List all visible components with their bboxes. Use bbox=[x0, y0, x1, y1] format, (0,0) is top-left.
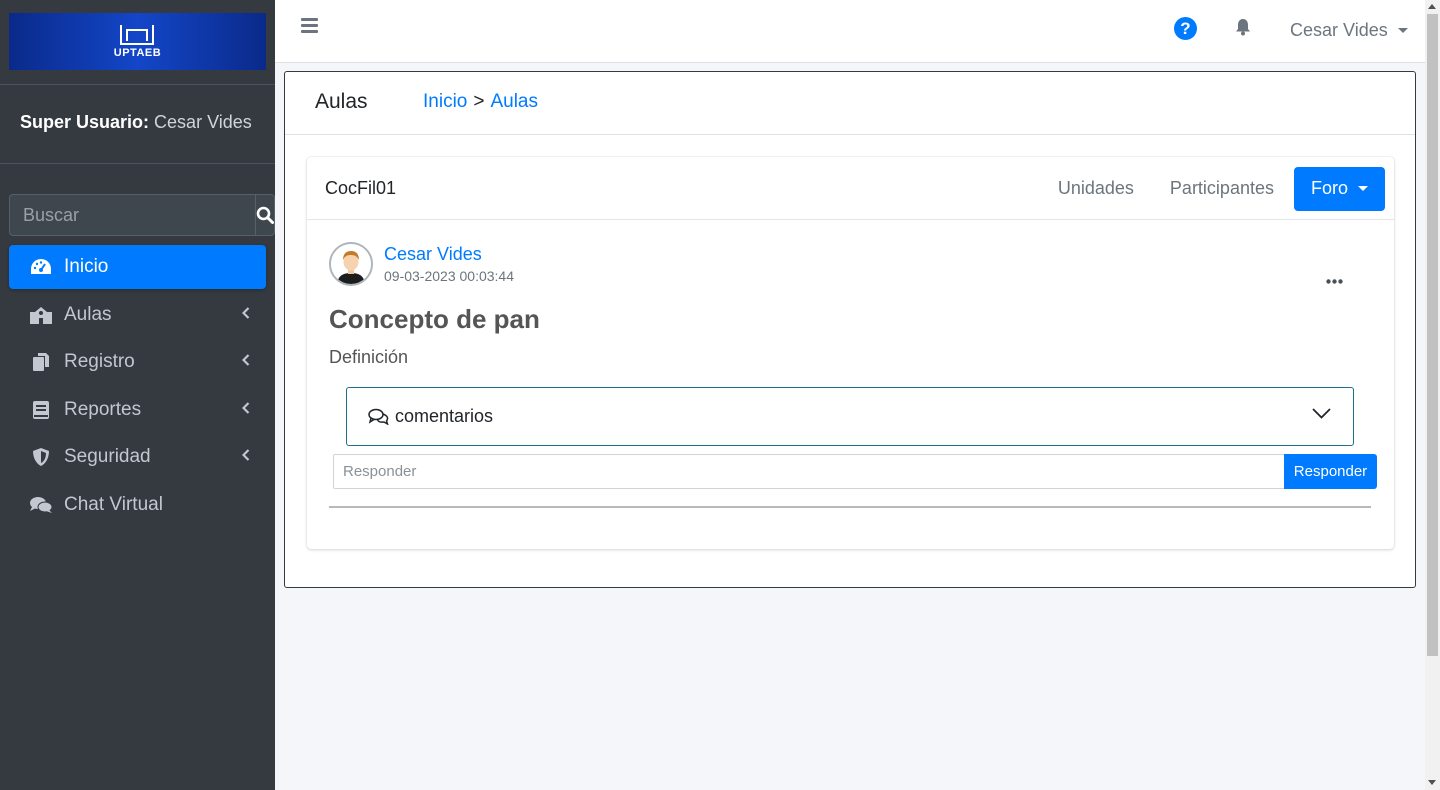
course-card-header: CocFil01 Unidades Participantes Foro bbox=[307, 157, 1394, 220]
bell-icon[interactable] bbox=[1235, 18, 1251, 41]
post-datetime: 09-03-2023 00:03:44 bbox=[384, 268, 514, 284]
content-header: Aulas Inicio > Aulas bbox=[285, 72, 1415, 135]
comments-accordion[interactable]: comentarios bbox=[346, 387, 1354, 446]
vertical-scrollbar[interactable] bbox=[1425, 0, 1440, 790]
sidebar-item-label: Seguridad bbox=[64, 446, 151, 467]
content-panel: Aulas Inicio > Aulas CocFil01 Unidades Par… bbox=[284, 71, 1416, 588]
course-tabs: Unidades Participantes Foro bbox=[1040, 166, 1385, 211]
course-code: CocFil01 bbox=[325, 178, 397, 198]
sidebar-item-registro[interactable]: Registro bbox=[9, 340, 266, 384]
copy-icon bbox=[29, 351, 53, 373]
sidebar-item-label: Inicio bbox=[64, 256, 109, 277]
sidebar-item-label: Reportes bbox=[64, 398, 142, 420]
book-icon bbox=[29, 399, 53, 421]
user-dropdown[interactable]: Cesar Vides bbox=[1290, 20, 1408, 41]
help-icon[interactable]: ? bbox=[1174, 17, 1197, 40]
user-name[interactable]: Cesar Vides bbox=[154, 112, 252, 132]
chevron-left-icon bbox=[242, 401, 250, 414]
shield-icon bbox=[29, 446, 53, 468]
tab-participantes[interactable]: Participantes bbox=[1152, 166, 1292, 211]
breadcrumb-current-link[interactable]: Aulas bbox=[490, 91, 538, 112]
sidebar-divider bbox=[0, 84, 275, 85]
sidebar-item-chat-virtual[interactable]: Chat Virtual bbox=[9, 483, 266, 527]
sidebar-item-label: Aulas bbox=[64, 303, 112, 325]
sidebar: UPTAEB Super Usuario: Cesar Vides Inicio bbox=[0, 0, 275, 790]
breadcrumb-separator: > bbox=[473, 91, 485, 112]
comments-icon bbox=[29, 494, 53, 516]
post-title: Concepto de pan bbox=[329, 304, 540, 334]
tab-foro-label: Foro bbox=[1310, 178, 1348, 198]
tab-foro-dropdown[interactable]: Foro bbox=[1293, 166, 1385, 211]
chevron-left-icon bbox=[242, 449, 250, 461]
sidebar-divider bbox=[0, 163, 275, 164]
school-icon bbox=[29, 304, 53, 326]
brand-logo-link[interactable]: UPTAEB bbox=[9, 13, 266, 70]
scroll-up-arrow-icon[interactable] bbox=[1428, 4, 1436, 9]
logo-text: UPTAEB bbox=[113, 46, 162, 59]
course-card: CocFil01 Unidades Participantes Foro Ces… bbox=[307, 157, 1394, 549]
sidebar-item-inicio[interactable]: Inicio bbox=[9, 245, 266, 289]
caret-down-icon bbox=[1397, 28, 1408, 33]
sidebar-item-label: Chat Virtual bbox=[64, 493, 163, 515]
breadcrumb-home-link[interactable]: Inicio bbox=[423, 91, 467, 112]
chevron-left-icon bbox=[242, 306, 250, 319]
post-body: Definición bbox=[329, 347, 409, 367]
post-divider bbox=[329, 506, 1371, 508]
search-input[interactable] bbox=[9, 194, 255, 236]
page-title: Aulas bbox=[315, 90, 368, 113]
search-icon bbox=[256, 206, 274, 224]
search-button[interactable] bbox=[255, 194, 275, 236]
comments-icon bbox=[368, 408, 389, 425]
tab-unidades[interactable]: Unidades bbox=[1040, 166, 1152, 211]
caret-down-icon bbox=[1358, 186, 1368, 191]
comments-label: comentarios bbox=[395, 406, 494, 426]
sidebar-item-label: Registro bbox=[64, 351, 135, 372]
user-panel: Super Usuario: Cesar Vides bbox=[20, 112, 252, 133]
post-author[interactable]: Cesar Vides bbox=[384, 244, 482, 265]
user-role: Super Usuario: bbox=[20, 112, 150, 132]
sidebar-item-seguridad[interactable]: Seguridad bbox=[9, 435, 266, 479]
uptaeb-logo: UPTAEB bbox=[113, 24, 162, 59]
scrollbar-thumb[interactable] bbox=[1427, 14, 1438, 656]
sidebar-nav: Inicio Aulas Registro Reportes Seguridad… bbox=[9, 245, 266, 530]
more-options-icon[interactable] bbox=[1326, 271, 1343, 289]
sidebar-item-aulas[interactable]: Aulas bbox=[9, 293, 266, 337]
logo-mark bbox=[120, 24, 155, 45]
hamburger-menu-icon[interactable] bbox=[301, 18, 318, 34]
avatar bbox=[329, 242, 373, 286]
user-dropdown-label: Cesar Vides bbox=[1290, 20, 1388, 40]
reply-button[interactable]: Responder bbox=[1284, 454, 1377, 489]
sidebar-item-reportes[interactable]: Reportes bbox=[9, 388, 266, 432]
chevron-left-icon bbox=[242, 354, 250, 366]
top-navbar: ? Cesar Vides bbox=[275, 0, 1425, 63]
sidebar-search bbox=[9, 194, 275, 236]
chevron-down-icon bbox=[1312, 408, 1331, 419]
breadcrumb: Inicio > Aulas bbox=[423, 91, 538, 113]
reply-input[interactable] bbox=[333, 454, 1284, 489]
reply-group: Responder bbox=[333, 454, 1377, 489]
scroll-down-arrow-icon[interactable] bbox=[1428, 780, 1436, 785]
dashboard-icon bbox=[29, 256, 53, 278]
